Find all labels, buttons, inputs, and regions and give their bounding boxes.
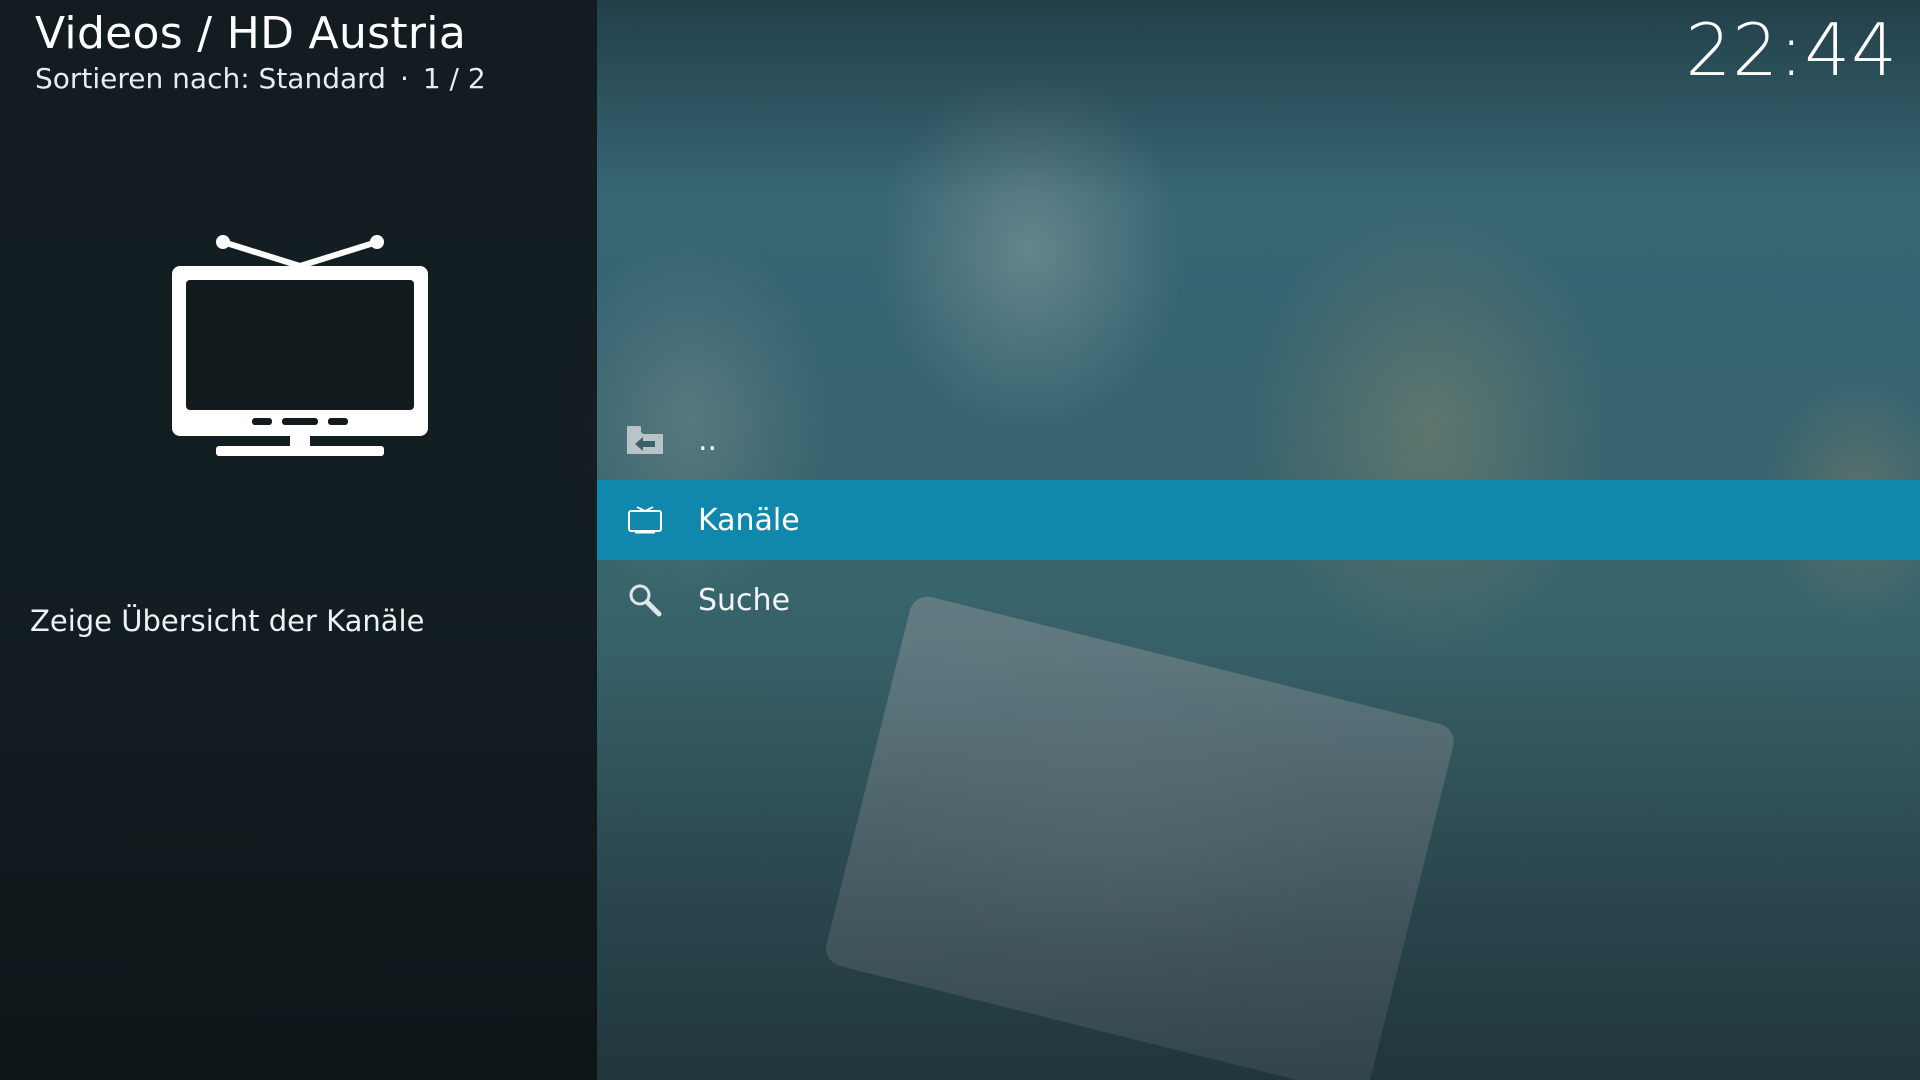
clock: 22:44	[1685, 8, 1898, 92]
info-panel: Videos / HD Austria Sortieren nach: Stan…	[0, 0, 597, 1080]
kodi-video-browser: Videos / HD Austria Sortieren nach: Stan…	[0, 0, 1920, 1080]
page-title: Videos / HD Austria	[35, 8, 467, 59]
tv-icon	[168, 232, 432, 460]
folder-back-icon	[623, 420, 667, 460]
list-item-parent[interactable]: ..	[597, 400, 1920, 480]
list-item-label: Kanäle	[698, 502, 800, 538]
search-icon	[623, 580, 667, 620]
item-description: Zeige Übersicht der Kanäle	[30, 604, 425, 638]
sort-info: Sortieren nach: Standard · 1 / 2	[35, 62, 486, 96]
list-item-kanaele[interactable]: Kanäle	[597, 480, 1920, 560]
page-indicator: 1 / 2	[422, 62, 486, 95]
list-item-suche[interactable]: Suche	[597, 560, 1920, 640]
list-item-label: ..	[698, 422, 718, 458]
item-list: .. Kanäle Suche	[597, 400, 1920, 640]
header: Videos / HD Austria Sortieren nach: Stan…	[35, 8, 486, 96]
list-item-label: Suche	[698, 582, 791, 618]
tv-icon	[623, 500, 667, 540]
sort-label[interactable]: Sortieren nach: Standard	[35, 62, 386, 95]
separator: ·	[399, 62, 409, 95]
